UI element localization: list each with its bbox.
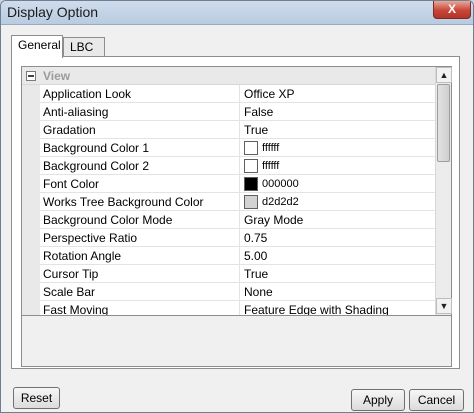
arrow-down-icon: ▼ [439,301,449,311]
property-name: Anti-aliasing [43,103,240,121]
row-gutter [22,193,40,211]
collapse-icon[interactable] [26,71,36,81]
color-swatch[interactable] [244,177,258,191]
row-gutter [22,265,40,283]
property-value[interactable]: Gray Mode [244,211,434,229]
arrow-up-icon: ▲ [439,70,449,80]
row-gutter [22,157,40,175]
property-value[interactable]: ffffff [244,157,434,175]
property-name: Font Color [43,175,240,193]
property-value[interactable]: None [244,283,434,301]
property-row[interactable]: Perspective Ratio 0.75 [22,229,435,247]
general-tab-panel: View Application Look Office XP Anti-alias… [11,56,460,369]
property-row[interactable]: Gradation True [22,121,435,139]
property-row[interactable]: Background Color 2 ffffff [22,157,435,175]
property-value[interactable]: True [244,121,434,139]
property-value[interactable]: False [244,103,434,121]
property-value[interactable]: 000000 [244,175,434,193]
row-gutter [22,103,40,121]
tab-lbc[interactable]: LBC [63,37,105,57]
row-gutter [22,175,40,193]
scroll-down-button[interactable]: ▼ [436,298,452,314]
property-name: Cursor Tip [43,265,240,283]
property-name: Background Color Mode [43,211,240,229]
property-row[interactable]: Scale Bar None [22,283,435,301]
cancel-button[interactable]: Cancel [409,389,464,411]
property-name: Gradation [43,121,240,139]
row-gutter [22,139,40,157]
property-row[interactable]: Rotation Angle 5.00 [22,247,435,265]
color-swatch[interactable] [244,159,258,173]
property-name: Works Tree Background Color [43,193,240,211]
property-value[interactable]: d2d2d2 [244,193,434,211]
scroll-thumb[interactable] [437,84,450,162]
scroll-up-button[interactable]: ▲ [436,67,452,83]
row-gutter [22,229,40,247]
property-row[interactable]: Background Color Mode Gray Mode [22,211,435,229]
property-name: Application Look [43,85,240,103]
color-swatch[interactable] [244,195,258,209]
property-name: Background Color 2 [43,157,240,175]
property-value[interactable]: True [244,265,434,283]
color-hex-text: 000000 [262,178,299,190]
window-title: Display Option [7,4,99,20]
apply-button[interactable]: Apply [351,389,405,411]
row-gutter [22,247,40,265]
property-name: Rotation Angle [43,247,240,265]
reset-button[interactable]: Reset [13,387,60,409]
title-bar[interactable]: Display Option X [1,1,473,25]
row-gutter [22,121,40,139]
property-value[interactable]: 5.00 [244,247,434,265]
close-icon: X [447,2,456,16]
color-swatch[interactable] [244,141,258,155]
description-pane [21,315,452,367]
property-value[interactable]: Office XP [244,85,434,103]
tab-general[interactable]: General [11,35,63,58]
property-value[interactable]: 0.75 [244,229,434,247]
category-label: View [43,69,71,83]
color-hex-text: ffffff [262,142,280,154]
property-value[interactable]: ffffff [244,139,434,157]
row-gutter [22,283,40,301]
color-hex-text: ffffff [262,160,280,172]
property-row[interactable]: Anti-aliasing False [22,103,435,121]
property-row[interactable]: Cursor Tip True [22,265,435,283]
property-row[interactable]: Works Tree Background Color d2d2d2 [22,193,435,211]
property-row[interactable]: Font Color 000000 [22,175,435,193]
row-gutter [22,85,40,103]
property-name: Perspective Ratio [43,229,240,247]
close-button[interactable]: X [433,1,471,19]
color-hex-text: d2d2d2 [262,196,299,208]
category-row-view[interactable]: View [22,67,435,85]
property-name: Background Color 1 [43,139,240,157]
property-name: Scale Bar [43,283,240,301]
property-row[interactable]: Background Color 1 ffffff [22,139,435,157]
display-option-dialog: Display Option X General LBC View Applic… [0,0,474,413]
row-gutter [22,211,40,229]
property-row[interactable]: Application Look Office XP [22,85,435,103]
